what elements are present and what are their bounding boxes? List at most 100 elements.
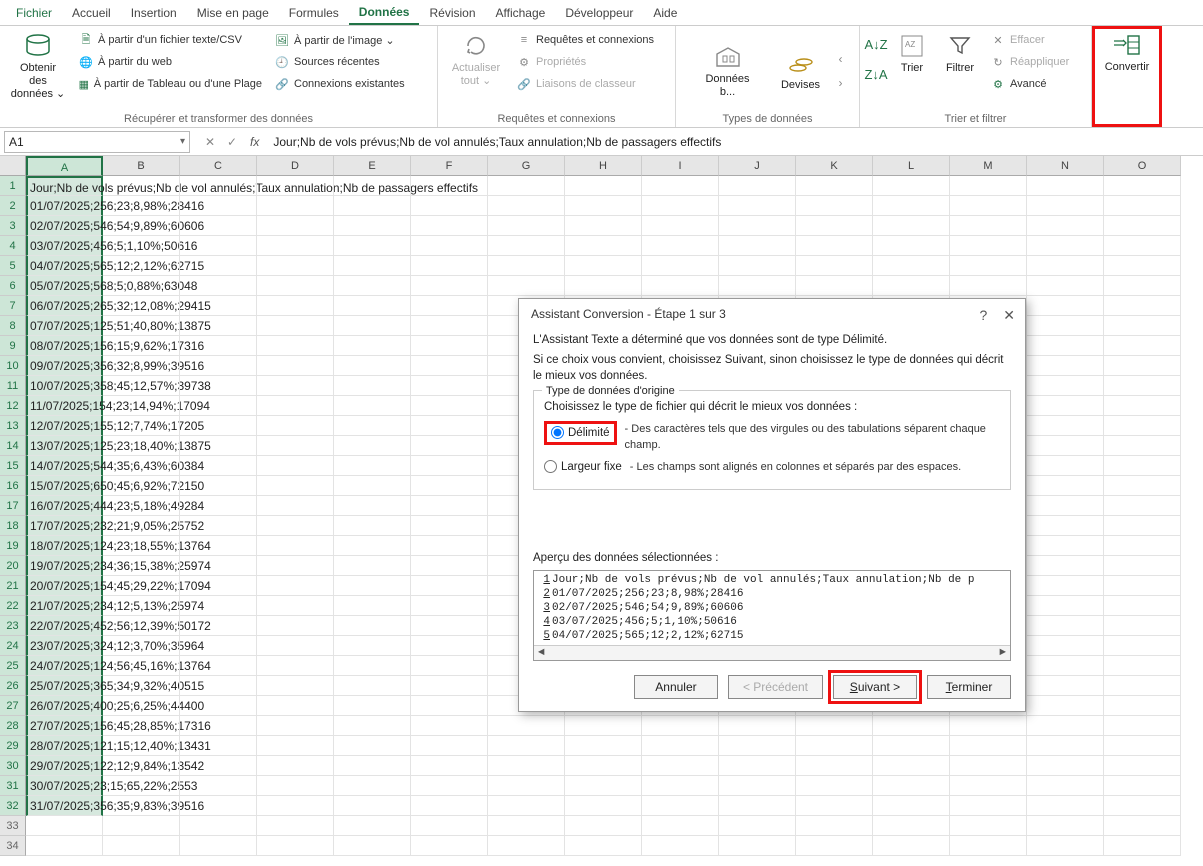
cell[interactable] [719, 736, 796, 756]
cell[interactable] [1104, 196, 1181, 216]
cell[interactable] [796, 216, 873, 236]
text-to-columns-button[interactable]: Convertir [1097, 29, 1157, 76]
cell[interactable] [873, 276, 950, 296]
cell[interactable] [565, 216, 642, 236]
cell[interactable] [180, 376, 257, 396]
menu-développeur[interactable]: Développeur [555, 2, 643, 24]
cell[interactable] [488, 276, 565, 296]
cell[interactable] [719, 176, 796, 196]
cell[interactable] [642, 816, 719, 836]
cell[interactable] [180, 776, 257, 796]
row-header[interactable]: 28 [0, 716, 26, 736]
cell[interactable] [796, 176, 873, 196]
row-header[interactable]: 6 [0, 276, 26, 296]
cell[interactable] [334, 376, 411, 396]
cell[interactable] [1104, 296, 1181, 316]
cell[interactable] [488, 716, 565, 736]
cell[interactable] [488, 776, 565, 796]
cell[interactable] [411, 716, 488, 736]
cell[interactable] [719, 776, 796, 796]
cell[interactable] [411, 596, 488, 616]
cell[interactable] [1027, 836, 1104, 856]
sort-az-icon[interactable]: A↓Z [866, 30, 886, 58]
cell[interactable] [411, 436, 488, 456]
help-button[interactable]: ? [979, 307, 987, 324]
cell[interactable]: Jour;Nb de vols prévus;Nb de vol annulés… [26, 176, 103, 196]
cell[interactable]: 24/07/2025;124;56;45,16%;13764 [26, 656, 103, 676]
cell[interactable] [565, 776, 642, 796]
cell[interactable] [873, 756, 950, 776]
cell[interactable] [1027, 496, 1104, 516]
cell[interactable]: 23/07/2025;324;12;3,70%;35964 [26, 636, 103, 656]
cell[interactable] [411, 456, 488, 476]
cell[interactable] [1027, 476, 1104, 496]
cell[interactable] [26, 836, 103, 856]
cell[interactable] [334, 656, 411, 676]
cell[interactable] [873, 256, 950, 276]
cell[interactable] [1104, 776, 1181, 796]
cell[interactable] [1027, 336, 1104, 356]
cell[interactable]: 22/07/2025;452;56;12,39%;50172 [26, 616, 103, 636]
cell[interactable] [719, 276, 796, 296]
cell[interactable] [411, 216, 488, 236]
cell[interactable] [103, 256, 180, 276]
cell[interactable] [796, 816, 873, 836]
cell[interactable] [411, 416, 488, 436]
cell[interactable]: 08/07/2025;156;15;9,62%;17316 [26, 336, 103, 356]
cell[interactable] [334, 696, 411, 716]
cell[interactable] [1104, 416, 1181, 436]
cell[interactable] [1104, 396, 1181, 416]
menu-insertion[interactable]: Insertion [121, 2, 187, 24]
cancel-button[interactable]: Annuler [634, 675, 718, 699]
cell[interactable] [1104, 356, 1181, 376]
col-header-A[interactable]: A [26, 156, 103, 176]
cell[interactable] [565, 836, 642, 856]
cell[interactable] [719, 236, 796, 256]
cell[interactable] [411, 316, 488, 336]
cell[interactable] [103, 716, 180, 736]
cell[interactable] [180, 816, 257, 836]
row-header[interactable]: 12 [0, 396, 26, 416]
cell[interactable] [796, 256, 873, 276]
cell[interactable] [257, 456, 334, 476]
cell[interactable] [103, 356, 180, 376]
row-header[interactable]: 34 [0, 836, 26, 856]
row-header[interactable]: 27 [0, 696, 26, 716]
cell[interactable] [642, 196, 719, 216]
cell[interactable] [257, 756, 334, 776]
cell[interactable] [180, 736, 257, 756]
cell[interactable] [796, 756, 873, 776]
cell[interactable] [719, 796, 796, 816]
cell[interactable] [873, 176, 950, 196]
preview-scrollbar[interactable]: ◄► [534, 645, 1010, 660]
cell[interactable] [103, 616, 180, 636]
cell[interactable] [1104, 536, 1181, 556]
cell[interactable] [1104, 796, 1181, 816]
row-header[interactable]: 9 [0, 336, 26, 356]
cell[interactable] [103, 396, 180, 416]
cell[interactable] [1027, 316, 1104, 336]
cell[interactable] [334, 416, 411, 436]
cell[interactable] [103, 676, 180, 696]
row-header[interactable]: 11 [0, 376, 26, 396]
cell[interactable] [488, 176, 565, 196]
cell[interactable]: 11/07/2025;154;23;14,94%;17094 [26, 396, 103, 416]
col-header-F[interactable]: F [411, 156, 488, 176]
cell[interactable] [103, 376, 180, 396]
cell[interactable] [257, 736, 334, 756]
cell[interactable] [950, 736, 1027, 756]
menu-données[interactable]: Données [349, 1, 420, 25]
cell[interactable] [488, 816, 565, 836]
menu-formules[interactable]: Formules [279, 2, 349, 24]
cell[interactable] [334, 236, 411, 256]
cell[interactable] [411, 536, 488, 556]
cell[interactable] [565, 196, 642, 216]
cell[interactable] [411, 276, 488, 296]
cell[interactable] [411, 296, 488, 316]
cell[interactable] [1104, 456, 1181, 476]
cell[interactable]: 01/07/2025;256;23;8,98%;28416 [26, 196, 103, 216]
cell[interactable] [642, 276, 719, 296]
radio-delimited-input[interactable] [551, 426, 564, 439]
row-header[interactable]: 16 [0, 476, 26, 496]
radio-fixed[interactable]: Largeur fixe [544, 459, 622, 475]
